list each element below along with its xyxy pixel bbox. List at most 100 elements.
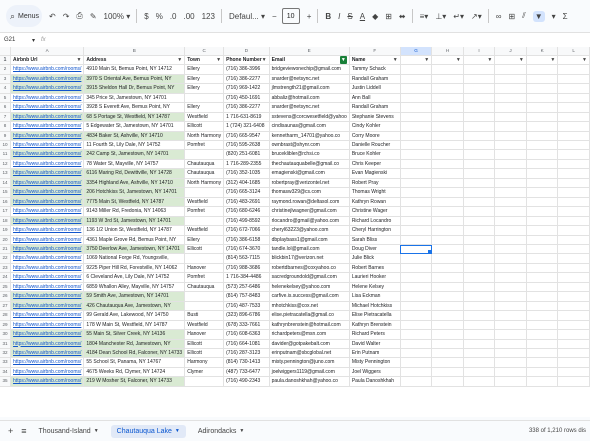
email-cell[interactable]: thomasw329@cs.com [269, 187, 350, 198]
address-cell[interactable]: 345 Price St, Jamestown, NY 14701 [83, 93, 186, 104]
empty-cell[interactable] [431, 329, 464, 340]
empty-cell[interactable] [494, 102, 527, 113]
name-cell[interactable]: Cheryl Harrington [349, 225, 401, 236]
phone-cell[interactable]: (323) 896-6786 [223, 310, 270, 321]
address-cell[interactable]: 4675 Weeks Rd, Clymer, NY 14724 [83, 367, 186, 378]
url-cell[interactable]: https://www.airbnb.com/rooms/ [10, 112, 85, 123]
column-header[interactable]: I [463, 47, 496, 56]
phone-cell[interactable]: (716) 674-3670 [223, 244, 270, 255]
town-cell[interactable]: Ellicott [184, 339, 225, 350]
header-cell-url[interactable]: Airbnb Url ▼ [10, 55, 85, 66]
url-cell[interactable]: https://www.airbnb.com/rooms/ [10, 140, 85, 151]
row-header[interactable]: 21 [0, 244, 12, 255]
name-cell[interactable]: Evan Magienski [349, 168, 401, 179]
row-header[interactable]: 3 [0, 74, 12, 85]
email-cell[interactable]: carfive.is.success@gmail.com [269, 291, 350, 302]
email-cell[interactable]: sacredgroundold@gmail.com [269, 272, 350, 283]
phone-cell[interactable]: (716) 487-7533 [223, 301, 270, 312]
empty-cell[interactable] [526, 112, 559, 123]
town-cell[interactable]: Ellery [184, 83, 225, 94]
phone-cell[interactable]: (716) 386-2277 [223, 74, 270, 85]
email-cell[interactable]: richardpeters@msn.com [269, 329, 350, 340]
header-cell-empty[interactable]: ▼ [463, 55, 496, 66]
empty-cell[interactable] [557, 197, 590, 208]
empty-cell[interactable] [400, 253, 433, 264]
empty-cell[interactable] [494, 301, 527, 312]
empty-cell[interactable] [400, 83, 433, 94]
filter-dropdown-icon[interactable]: ▼ [177, 56, 182, 64]
empty-cell[interactable] [463, 216, 496, 227]
italic-button[interactable]: I [338, 12, 340, 21]
empty-cell[interactable] [494, 367, 527, 378]
text-wrap-icon[interactable]: ↵▾ [453, 12, 464, 21]
row-header[interactable]: 31 [0, 339, 12, 350]
url-cell[interactable]: https://www.airbnb.com/rooms/ [10, 272, 85, 283]
empty-cell[interactable] [494, 357, 527, 368]
empty-cell[interactable] [557, 93, 590, 104]
empty-cell[interactable] [557, 282, 590, 293]
address-cell[interactable]: 4910 Main St, Bemus Point, NY 14712 [83, 64, 186, 75]
empty-cell[interactable] [494, 282, 527, 293]
name-cell[interactable]: Elise Pietracatella [349, 310, 401, 321]
empty-cell[interactable] [494, 93, 527, 104]
name-cell[interactable]: Helene Kelsey [349, 282, 401, 293]
empty-cell[interactable] [400, 131, 433, 142]
town-cell[interactable]: Ellicott [184, 244, 225, 255]
row-header[interactable]: 22 [0, 253, 12, 264]
empty-cell[interactable] [400, 263, 433, 274]
empty-cell[interactable] [400, 291, 433, 302]
email-cell[interactable]: snarder@netsync.net [269, 102, 350, 113]
email-cell[interactable]: misty.pennington@juno.com [269, 357, 350, 368]
empty-cell[interactable] [557, 310, 590, 321]
empty-cell[interactable] [431, 263, 464, 274]
address-cell[interactable]: 3354 Highland Ave, Ashville, NY 14710 [83, 178, 186, 189]
empty-cell[interactable] [526, 187, 559, 198]
empty-cell[interactable] [526, 367, 559, 378]
town-cell[interactable]: North Harmony [184, 178, 225, 189]
empty-cell[interactable] [463, 178, 496, 189]
town-cell[interactable]: Busti [184, 310, 225, 321]
empty-cell[interactable] [431, 149, 464, 160]
name-cell[interactable]: Corry Moore [349, 131, 401, 142]
empty-cell[interactable] [526, 159, 559, 170]
empty-cell[interactable] [463, 291, 496, 302]
email-cell[interactable]: thechautauquabelle@gmail.co [269, 159, 350, 170]
empty-cell[interactable] [463, 272, 496, 283]
phone-cell[interactable]: (716) 664-1081 [223, 339, 270, 350]
address-cell[interactable]: 3970 S Oriental Ave, Bemus Point, NY [83, 74, 186, 85]
empty-cell[interactable] [463, 64, 496, 75]
functions-icon[interactable]: Σ [563, 12, 568, 21]
empty-cell[interactable] [463, 320, 496, 331]
empty-cell[interactable] [463, 112, 496, 123]
address-cell[interactable]: 6 Cleveland Ave, Lily Dale, NY 14752 [83, 272, 186, 283]
empty-cell[interactable] [557, 149, 590, 160]
font-size-increase-button[interactable]: + [307, 12, 312, 21]
empty-cell[interactable] [400, 121, 433, 132]
empty-cell[interactable] [400, 339, 433, 350]
empty-cell[interactable] [431, 74, 464, 85]
header-cell-empty[interactable]: ▼ [557, 55, 590, 66]
phone-cell[interactable]: (716) 969-1422 [223, 83, 270, 94]
row-header[interactable]: 7 [0, 112, 12, 123]
empty-cell[interactable] [400, 140, 433, 151]
phone-cell[interactable]: (820) 251-6081 [223, 149, 270, 160]
empty-cell[interactable] [463, 197, 496, 208]
phone-cell[interactable]: (716) 988-3686 [223, 263, 270, 274]
url-cell[interactable]: https://www.airbnb.com/rooms/ [10, 320, 85, 331]
row-header[interactable]: 28 [0, 310, 12, 321]
empty-cell[interactable] [526, 301, 559, 312]
url-cell[interactable]: https://www.airbnb.com/rooms/ [10, 187, 85, 198]
empty-cell[interactable] [526, 131, 559, 142]
empty-cell[interactable] [557, 178, 590, 189]
name-cell[interactable]: Christine Wager [349, 206, 401, 217]
empty-cell[interactable] [494, 339, 527, 350]
name-cell[interactable]: Lisa Eckman [349, 291, 401, 302]
filter-dropdown-icon[interactable]: ▼ [550, 56, 555, 64]
address-cell[interactable]: 4834 Baker St, Ashville, NY 14710 [83, 131, 186, 142]
filter-dropdown-icon[interactable]: ▼ [456, 56, 461, 64]
empty-cell[interactable] [526, 178, 559, 189]
filter-dropdown-icon[interactable]: ▼ [262, 56, 267, 64]
row-header[interactable]: 8 [0, 121, 12, 132]
empty-cell[interactable] [400, 216, 433, 227]
add-sheet-icon[interactable]: + [8, 426, 13, 436]
